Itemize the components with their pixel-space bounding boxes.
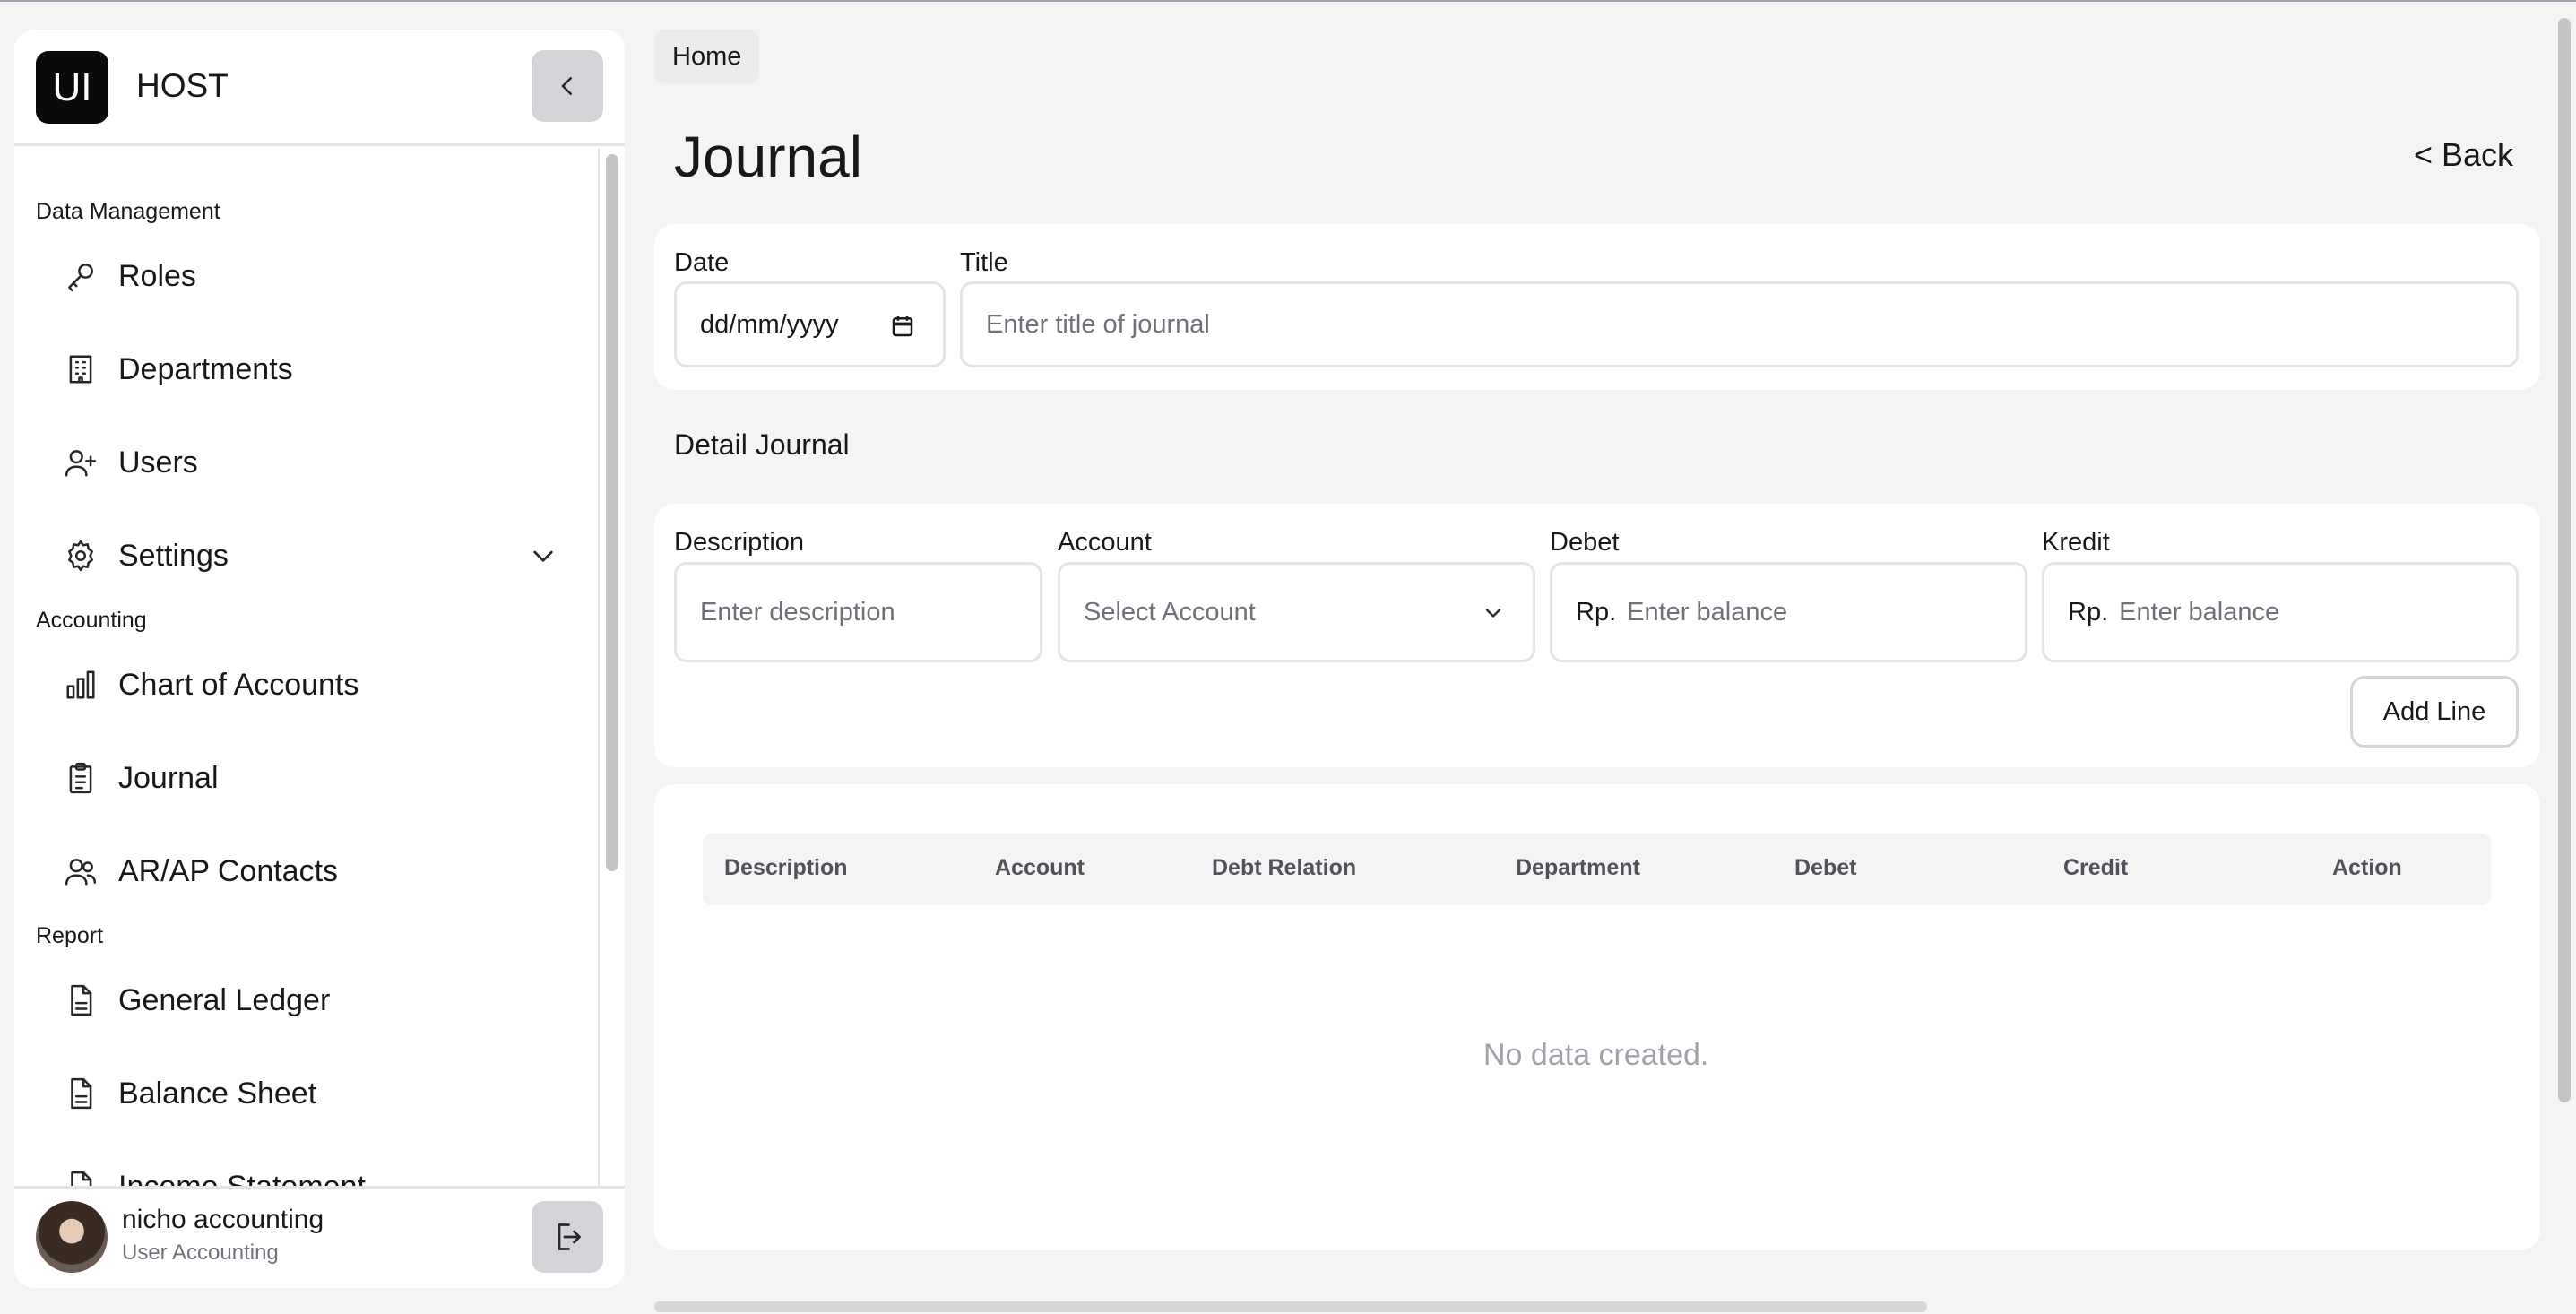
sidebar-item-settings[interactable]: Settings xyxy=(63,529,583,583)
kredit-input-placeholder: Enter balance xyxy=(2119,597,2280,627)
brand-name: HOST xyxy=(136,67,229,104)
sidebar-item-label: Roles xyxy=(118,258,196,293)
date-input[interactable]: dd/mm/yyyy xyxy=(674,281,946,367)
date-label: Date xyxy=(674,248,730,277)
sidebar-item-label: Settings xyxy=(118,538,229,573)
logout-icon xyxy=(558,1223,581,1250)
breadcrumb[interactable]: Home xyxy=(654,30,760,83)
currency-prefix: Rp. xyxy=(1576,597,1617,627)
empty-state-text: No data created. xyxy=(1483,1038,1709,1072)
column-header-debt-relation: Debt Relation xyxy=(1212,855,1357,880)
column-header-department: Department xyxy=(1516,855,1640,880)
kredit-input[interactable]: Rp. Enter balance xyxy=(2042,562,2519,662)
sidebar-item-label: General Ledger xyxy=(118,982,331,1017)
chevron-left-icon xyxy=(561,77,572,95)
debet-input[interactable]: Rp. Enter balance xyxy=(1550,562,2027,662)
sidebar-item-journal[interactable]: Journal xyxy=(63,751,583,805)
account-select[interactable]: Select Account xyxy=(1058,562,1535,662)
detail-journal-title: Detail Journal xyxy=(674,428,850,461)
sidebar-nav: Data Management Roles Departments Users … xyxy=(14,149,625,1217)
table-header: Description Account Debt Relation Depart… xyxy=(703,834,2491,905)
column-header-action: Action xyxy=(2332,855,2402,880)
page-title: Journal xyxy=(674,125,862,189)
sidebar-item-label: Chart of Accounts xyxy=(118,667,359,702)
sidebar-item-label: Departments xyxy=(118,351,293,386)
key-icon xyxy=(63,258,99,294)
title-input[interactable]: Enter title of journal xyxy=(960,281,2519,367)
column-header-credit: Credit xyxy=(2063,855,2129,880)
debet-label: Debet xyxy=(1550,528,1620,557)
account-label: Account xyxy=(1058,528,1152,557)
sidebar-item-departments[interactable]: Departments xyxy=(63,342,583,396)
back-link[interactable]: < Back xyxy=(2414,136,2513,174)
description-label: Description xyxy=(674,528,805,557)
sidebar-item-label: Journal xyxy=(118,760,219,795)
window-top-border xyxy=(0,0,2576,2)
kredit-label: Kredit xyxy=(2042,528,2110,557)
app-logo: UI xyxy=(36,51,108,124)
title-input-placeholder: Enter title of journal xyxy=(986,309,1210,339)
sidebar: UI HOST Data Management Roles Department… xyxy=(14,30,625,1288)
column-header-debet: Debet xyxy=(1794,855,1857,880)
sidebar-item-label: Balance Sheet xyxy=(118,1076,317,1111)
page-scrollbar[interactable] xyxy=(2558,18,2571,1102)
calendar-icon[interactable] xyxy=(889,313,916,340)
column-header-description: Description xyxy=(724,855,848,880)
users-icon xyxy=(63,853,99,889)
user-role: User Accounting xyxy=(122,1241,279,1265)
section-report: Report xyxy=(36,923,104,948)
gear-icon xyxy=(63,538,99,574)
description-input-placeholder: Enter description xyxy=(700,597,895,627)
sidebar-item-chart-of-accounts[interactable]: Chart of Accounts xyxy=(63,658,583,712)
section-data-management: Data Management xyxy=(36,199,220,224)
user-plus-icon xyxy=(63,445,99,480)
sidebar-item-label: AR/AP Contacts xyxy=(118,853,339,888)
horizontal-scrollbar[interactable] xyxy=(654,1301,1927,1312)
user-panel: nicho accounting User Accounting xyxy=(14,1186,625,1288)
sidebar-item-balance-sheet[interactable]: Balance Sheet xyxy=(63,1067,583,1120)
add-line-button[interactable]: Add Line xyxy=(2350,676,2519,748)
user-name: nicho accounting xyxy=(122,1205,324,1234)
currency-prefix: Rp. xyxy=(2068,597,2109,627)
building-icon xyxy=(63,351,99,387)
debet-input-placeholder: Enter balance xyxy=(1627,597,1788,627)
sidebar-item-general-ledger[interactable]: General Ledger xyxy=(63,973,583,1027)
title-label: Title xyxy=(960,248,1008,277)
clipboard-icon xyxy=(63,760,99,796)
sidebar-item-roles[interactable]: Roles xyxy=(63,249,583,303)
bar-chart-icon xyxy=(63,667,99,703)
date-input-value: dd/mm/yyyy xyxy=(700,309,839,339)
file-text-icon xyxy=(63,982,99,1018)
file-text-icon xyxy=(63,1076,99,1111)
sidebar-item-arap-contacts[interactable]: AR/AP Contacts xyxy=(63,844,583,898)
chevron-down-icon xyxy=(533,550,553,562)
chevron-down-icon xyxy=(1485,609,1501,618)
column-header-account: Account xyxy=(995,855,1085,880)
sidebar-scroll-track xyxy=(598,149,600,1217)
sidebar-scrollbar[interactable] xyxy=(606,154,618,871)
sidebar-header: UI HOST xyxy=(14,30,625,146)
sidebar-item-label: Users xyxy=(118,445,198,480)
description-input[interactable]: Enter description xyxy=(674,562,1042,662)
account-select-placeholder: Select Account xyxy=(1084,597,1256,627)
sidebar-item-users[interactable]: Users xyxy=(63,436,583,489)
avatar xyxy=(36,1201,108,1273)
section-accounting: Accounting xyxy=(36,608,147,633)
logout-button[interactable] xyxy=(532,1201,603,1273)
collapse-sidebar-button[interactable] xyxy=(532,50,603,122)
